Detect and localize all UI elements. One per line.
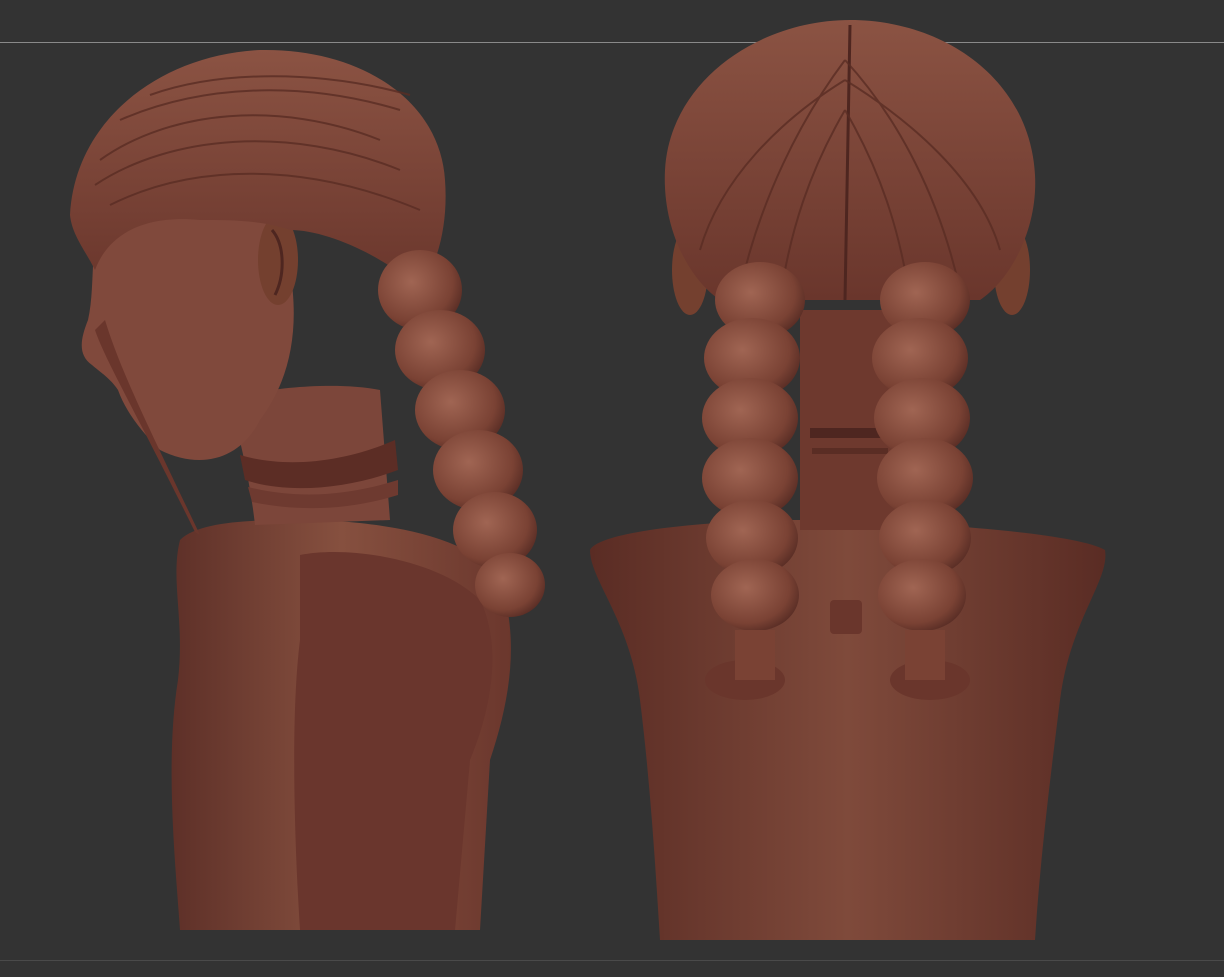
back-view-bust — [590, 20, 1106, 940]
side-profile-bust — [70, 49, 545, 930]
zbrush-viewport[interactable] — [0, 0, 1224, 977]
sculpt-canvas — [70, 20, 1106, 940]
